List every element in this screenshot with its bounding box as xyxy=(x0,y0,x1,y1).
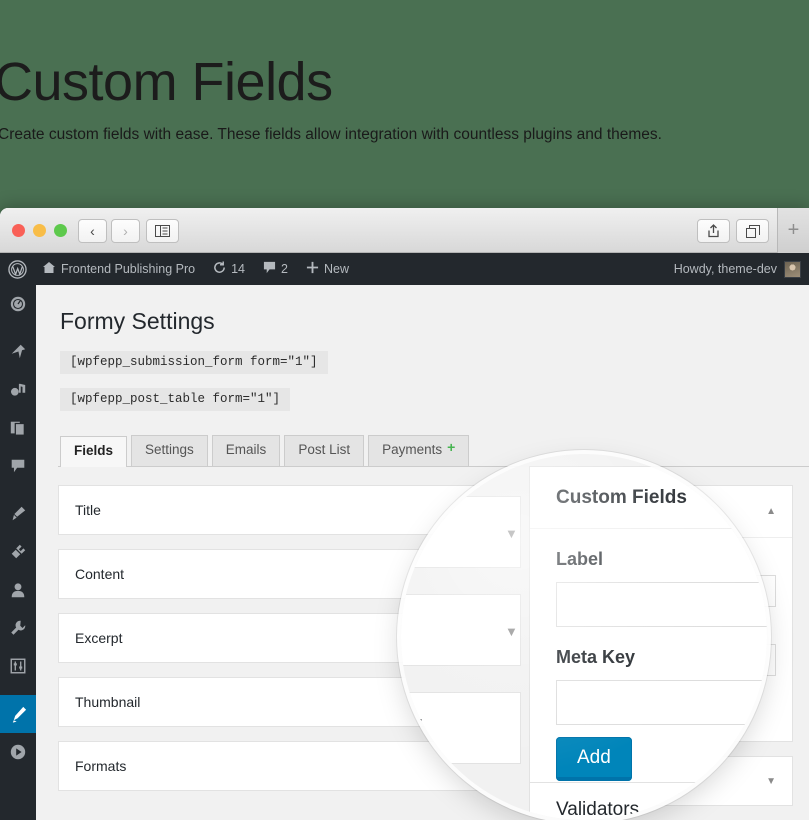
sidebar-item-dashboard[interactable] xyxy=(0,285,36,323)
field-row-title[interactable]: Title ▼ xyxy=(58,484,498,535)
new-label: New xyxy=(323,262,349,276)
browser-toolbar: ‹ › + xyxy=(0,208,809,253)
custom-fields-title: Custom Fields xyxy=(533,503,630,520)
tab-post-list[interactable]: Post List xyxy=(284,435,365,466)
sidebar-item-comments[interactable] xyxy=(0,447,36,485)
meta-key-field-label: Meta Key xyxy=(533,620,593,636)
sidebar-item-formy[interactable] xyxy=(0,695,43,733)
plus-badge-icon: + xyxy=(447,438,456,455)
meta-key-input[interactable] xyxy=(533,643,776,676)
sidebar-item-tools[interactable] xyxy=(0,609,36,647)
howdy-label: Howdy, theme-dev xyxy=(673,262,777,276)
new-content-menu[interactable]: New xyxy=(297,253,358,285)
chevron-down-icon[interactable]: ▼ xyxy=(471,696,481,707)
account-menu[interactable]: Howdy, theme-dev xyxy=(673,260,809,278)
page-subtitle: Create custom fields with ease. These fi… xyxy=(0,126,662,143)
sidebar-item-pages[interactable] xyxy=(0,409,36,447)
sidebar-item-posts[interactable] xyxy=(0,333,36,371)
forward-button[interactable]: › xyxy=(111,219,140,243)
minimize-button-icon[interactable] xyxy=(33,224,46,237)
admin-content: Formy Settings [wpfepp_submission_form f… xyxy=(36,285,809,820)
sidebar-item-settings[interactable] xyxy=(0,647,36,685)
custom-fields-body: Label Meta Key Add xyxy=(517,538,792,742)
sidebar-separator xyxy=(0,485,36,495)
tab-emails[interactable]: Emails xyxy=(211,435,281,466)
field-row-formats[interactable]: Formats ▼ xyxy=(58,740,498,791)
new-tab-button[interactable]: + xyxy=(777,208,809,253)
chevron-down-icon[interactable]: ▼ xyxy=(471,568,481,579)
tab-fields[interactable]: Fields xyxy=(60,436,128,467)
share-icon[interactable] xyxy=(697,219,730,243)
home-icon xyxy=(42,261,56,277)
label-input[interactable] xyxy=(533,574,776,607)
sidebar-item-users[interactable] xyxy=(0,571,36,609)
updates-menu[interactable]: 14 xyxy=(204,253,254,285)
field-row-excerpt[interactable]: Excerpt ▼ xyxy=(58,612,498,663)
chevron-up-icon[interactable]: ▲ xyxy=(766,506,776,517)
fields-panes: Title ▼ Content ▼ Excerpt ▼ Thumbnail ▼ … xyxy=(36,467,809,807)
field-label: Formats xyxy=(75,757,127,774)
label-field-label: Label xyxy=(533,551,569,567)
field-label: Title xyxy=(75,501,101,518)
settings-tabs: Fields Settings Emails Post List Payment… xyxy=(58,433,809,467)
toolbar-right-buttons xyxy=(697,219,769,243)
tab-emails-label: Emails xyxy=(225,442,267,458)
sidebar-separator xyxy=(0,323,36,333)
close-button-icon[interactable] xyxy=(12,224,25,237)
chevron-down-icon[interactable]: ▼ xyxy=(471,504,481,515)
site-name-menu[interactable]: Frontend Publishing Pro xyxy=(33,253,204,285)
custom-fields-column: Custom Fields ▲ Label Meta Key Add Valid… xyxy=(516,484,793,807)
tab-settings-label: Settings xyxy=(145,442,194,458)
navigation-buttons: ‹ › xyxy=(78,219,140,243)
tab-payments-label: Payments xyxy=(382,441,443,457)
plus-icon xyxy=(306,261,319,277)
updates-icon xyxy=(213,261,226,277)
settings-page-title: Formy Settings xyxy=(60,308,215,334)
back-button[interactable]: ‹ xyxy=(78,219,107,243)
sidebar-item-appearance[interactable] xyxy=(0,495,36,533)
chevron-down-icon[interactable]: ▼ xyxy=(471,760,481,771)
field-label: Thumbnail xyxy=(75,693,141,710)
chevron-down-icon[interactable]: ▼ xyxy=(471,632,481,643)
wordpress-logo-icon[interactable] xyxy=(0,253,33,285)
sidebar-separator xyxy=(0,685,36,695)
wp-admin-sidebar xyxy=(0,285,43,820)
window-controls xyxy=(12,224,67,237)
shortcode-submission-form[interactable]: [wpfepp_submission_form form="1"] xyxy=(60,350,328,374)
wp-admin-bar: Frontend Publishing Pro 14 2 New Howdy, … xyxy=(0,253,809,285)
tab-payments[interactable]: Payments + xyxy=(368,434,470,466)
tab-fields-label: Fields xyxy=(74,443,114,459)
browser-window: ‹ › + Frontend Publishing Pro 14 2 New H… xyxy=(0,208,809,820)
zoom-button-icon[interactable] xyxy=(54,224,67,237)
field-row-thumbnail[interactable]: Thumbnail ▼ xyxy=(58,676,498,727)
updates-count: 14 xyxy=(231,262,246,276)
sidebar-toggle-icon[interactable] xyxy=(146,219,179,243)
validators-title: Validators xyxy=(533,773,595,790)
show-tabs-icon[interactable] xyxy=(736,219,769,243)
page-title: Custom Fields xyxy=(0,52,333,112)
sidebar-item-media[interactable] xyxy=(0,371,36,409)
tab-settings[interactable]: Settings xyxy=(131,435,208,466)
chevron-down-icon[interactable]: ▼ xyxy=(766,776,776,787)
comments-count: 2 xyxy=(281,262,288,276)
add-button[interactable]: Add xyxy=(533,689,588,726)
shortcode-post-table[interactable]: [wpfepp_post_table form="1"] xyxy=(60,387,291,411)
tab-post-list-label: Post List xyxy=(298,442,351,458)
custom-fields-panel: Custom Fields ▲ Label Meta Key Add xyxy=(516,484,793,743)
validators-panel[interactable]: Validators ▼ xyxy=(516,756,793,807)
comment-bubble-icon xyxy=(263,261,276,277)
site-name-label: Frontend Publishing Pro xyxy=(61,262,196,276)
field-row-content[interactable]: Content ▼ xyxy=(58,548,498,599)
fields-column: Title ▼ Content ▼ Excerpt ▼ Thumbnail ▼ … xyxy=(58,484,498,807)
avatar xyxy=(784,260,801,278)
field-label: Excerpt xyxy=(75,629,123,646)
sidebar-item-media-player[interactable] xyxy=(0,733,36,771)
field-label: Content xyxy=(75,565,125,582)
promo-header: Custom Fields Create custom fields with … xyxy=(0,0,809,208)
custom-fields-header[interactable]: Custom Fields ▲ xyxy=(517,486,792,538)
sidebar-item-plugins[interactable] xyxy=(0,533,36,571)
comments-menu[interactable]: 2 xyxy=(254,253,297,285)
